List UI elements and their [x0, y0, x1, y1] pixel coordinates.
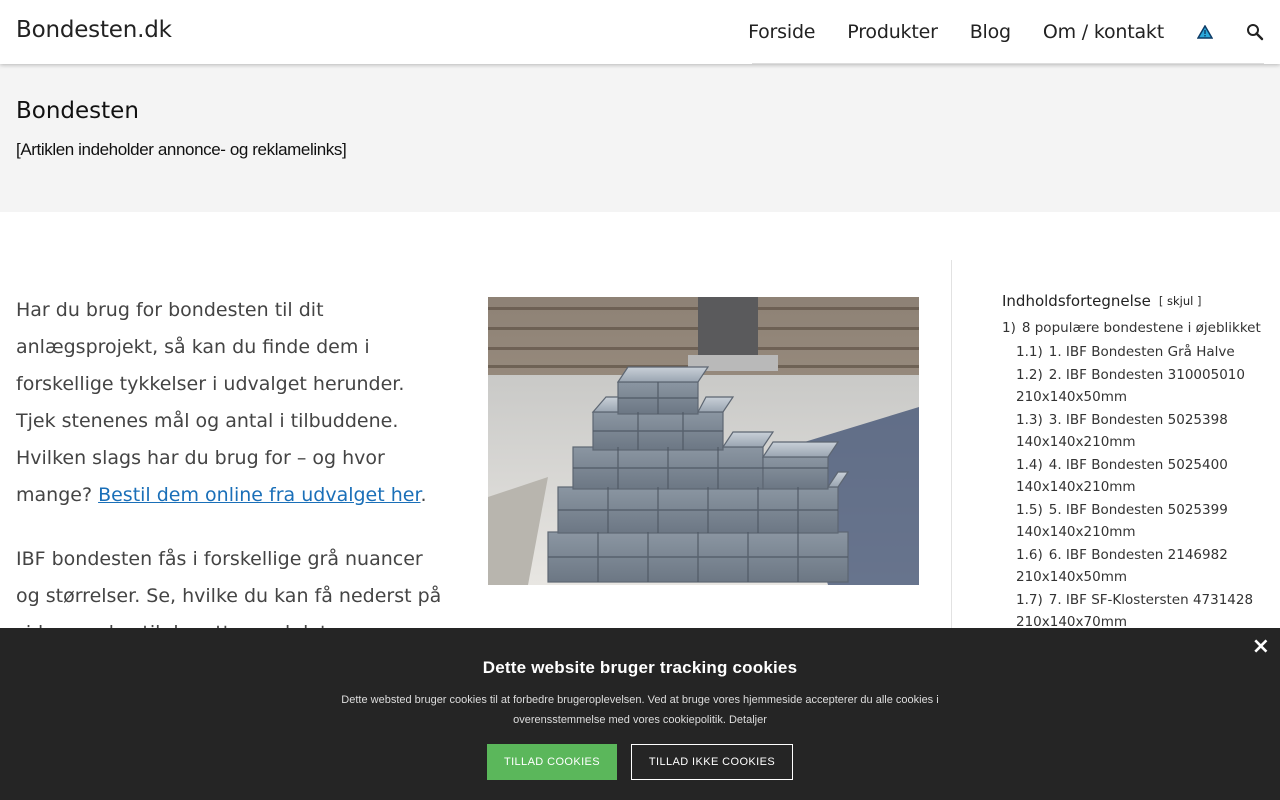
site-logo[interactable]: Bondesten.dk [16, 17, 172, 43]
article-paragraph-1: Har du brug for bondesten til dit anlægs… [16, 292, 446, 514]
main-nav: Forside Produkter Blog Om / kontakt [748, 0, 1264, 64]
page-title: Bondesten [16, 98, 139, 124]
toc-item-number: 1.6) [1016, 547, 1043, 563]
toc-item-label[interactable]: 3. IBF Bondesten 5025398 140x140x210mm [1016, 412, 1228, 450]
toc-item-label[interactable]: 4. IBF Bondesten 5025400 140x140x210mm [1016, 457, 1228, 495]
site-header: Bondesten.dk Forside Produkter Blog Om /… [0, 0, 1280, 64]
toc-toggle-label[interactable]: skjul [1167, 294, 1193, 308]
toc-toggle[interactable]: [ skjul ] [1159, 294, 1202, 308]
paving-stones-image [488, 297, 919, 585]
toc-item[interactable]: 1) 8 populære bondestene i øjeblikket [1002, 318, 1264, 340]
title-band: Bondesten [Artiklen indeholder annonce- … [0, 64, 1280, 212]
toc-header: Indholdsfortegnelse [ skjul ] [1002, 292, 1264, 310]
nav-blog[interactable]: Blog [970, 21, 1011, 43]
toc-item[interactable]: 1.1) 1. IBF Bondesten Grå Halve [1002, 342, 1264, 364]
toc-item-number: 1.5) [1016, 502, 1043, 518]
toc-item-number: 1.2) [1016, 367, 1043, 383]
allow-cookies-button[interactable]: TILLAD COOKIES [487, 744, 617, 780]
cookie-text: Dette websted bruger cookies til at forb… [340, 690, 940, 730]
toc-item-number: 1) [1002, 320, 1016, 336]
deny-cookies-button[interactable]: TILLAD IKKE COOKIES [631, 744, 793, 780]
toc-list: 1) 8 populære bondestene i øjeblikket 1.1… [1002, 318, 1264, 633]
toc-item[interactable]: 1.7) 7. IBF SF-Klostersten 4731428 210x14… [1002, 590, 1264, 633]
nav-produkter[interactable]: Produkter [847, 21, 938, 43]
toc-item[interactable]: 1.4) 4. IBF Bondesten 5025400 140x140x210… [1002, 455, 1264, 498]
toc-item-number: 1.1) [1016, 343, 1043, 360]
toc-title: Indholdsfortegnelse [1002, 292, 1151, 310]
table-of-contents: Indholdsfortegnelse [ skjul ] 1) 8 populæ… [1002, 292, 1264, 635]
paragraph-text: Har du brug for bondesten til dit anlægs… [16, 299, 405, 506]
toc-item-label[interactable]: 6. IBF Bondesten 2146982 210x140x50mm [1016, 547, 1228, 585]
cookie-description: Dette websted bruger cookies til at forb… [341, 694, 939, 726]
nav-forside[interactable]: Forside [748, 21, 815, 43]
nav-underline [752, 63, 1264, 64]
toc-item-label[interactable]: 1. IBF Bondesten Grå Halve [1049, 344, 1235, 360]
warning-triangle-icon[interactable] [1196, 23, 1214, 41]
toc-item-label[interactable]: 8 populære bondestene i øjeblikket [1022, 320, 1261, 336]
close-icon[interactable]: × [1252, 634, 1270, 659]
toc-item-number: 1.7) [1016, 592, 1043, 608]
toc-item[interactable]: 1.2) 2. IBF Bondesten 310005010 210x140x5… [1002, 365, 1264, 408]
ad-disclaimer: [Artiklen indeholder annonce- og reklame… [16, 140, 347, 159]
order-online-link[interactable]: Bestil dem online fra udvalget her [98, 484, 420, 506]
toc-item[interactable]: 1.3) 3. IBF Bondesten 5025398 140x140x210… [1002, 410, 1264, 453]
toc-item[interactable]: 1.5) 5. IBF Bondesten 5025399 140x140x210… [1002, 500, 1264, 543]
toc-item-number: 1.4) [1016, 457, 1043, 473]
toc-item-label[interactable]: 2. IBF Bondesten 310005010 210x140x50mm [1016, 367, 1245, 405]
toc-item-number: 1.3) [1016, 412, 1043, 428]
toc-item-label[interactable]: 5. IBF Bondesten 5025399 140x140x210mm [1016, 502, 1228, 540]
nav-om-kontakt[interactable]: Om / kontakt [1043, 21, 1164, 43]
paragraph-end: . [420, 484, 427, 506]
cookie-title: Dette website bruger tracking cookies [482, 658, 798, 677]
search-icon[interactable] [1246, 23, 1264, 41]
cookie-banner: × Dette website bruger tracking cookies … [0, 628, 1280, 800]
toc-item[interactable]: 1.6) 6. IBF Bondesten 2146982 210x140x50m… [1002, 545, 1264, 588]
toc-item-label[interactable]: 7. IBF SF-Klostersten 4731428 210x140x70… [1016, 592, 1253, 630]
cookie-details-link[interactable]: Detaljer [729, 714, 767, 726]
